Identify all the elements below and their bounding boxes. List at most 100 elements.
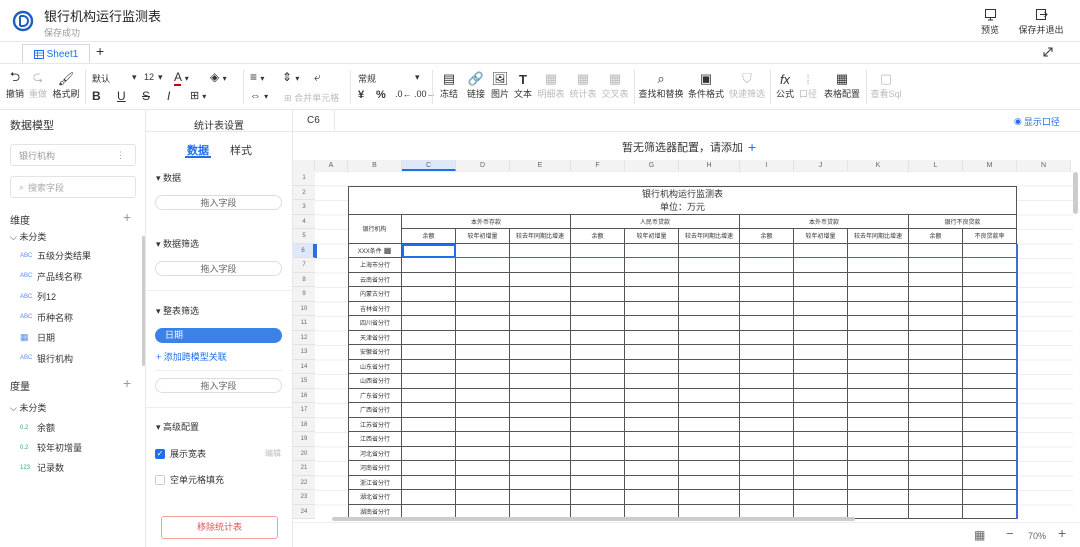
freeze-button[interactable]: ▤ 冻结: [437, 71, 461, 100]
data-cell[interactable]: [456, 287, 510, 302]
data-cell[interactable]: [740, 446, 794, 461]
expand-icon[interactable]: [1042, 46, 1054, 58]
data-cell[interactable]: [456, 258, 510, 273]
data-cell[interactable]: [625, 475, 679, 490]
row-header[interactable]: 22: [293, 475, 315, 490]
data-cell[interactable]: [740, 461, 794, 476]
data-cell[interactable]: [625, 461, 679, 476]
data-cell[interactable]: [510, 258, 571, 273]
data-cell[interactable]: [794, 287, 848, 302]
org-name-cell[interactable]: 江西省分行: [348, 432, 402, 447]
data-cell[interactable]: [456, 316, 510, 331]
data-cell[interactable]: [848, 504, 909, 519]
zoom-in-button[interactable]: +: [1058, 525, 1066, 541]
data-cell[interactable]: [456, 490, 510, 505]
link-button[interactable]: 🔗 链接: [465, 71, 487, 100]
measure-field[interactable]: 0.2 较年初增量: [20, 441, 82, 454]
data-cell[interactable]: [679, 301, 740, 316]
data-cell[interactable]: [625, 417, 679, 432]
org-name-cell[interactable]: 广东省分行: [348, 388, 402, 403]
data-cell[interactable]: [794, 461, 848, 476]
data-cell[interactable]: [571, 403, 625, 418]
row-header[interactable]: 2: [293, 185, 315, 200]
data-cell[interactable]: [909, 417, 963, 432]
data-cell[interactable]: [794, 403, 848, 418]
edit-link[interactable]: 编辑: [265, 448, 281, 459]
measure-field[interactable]: 123 记录数: [20, 461, 64, 474]
data-cell[interactable]: [679, 403, 740, 418]
data-cell[interactable]: [571, 258, 625, 273]
org-name-cell[interactable]: 上海市分行: [348, 258, 402, 273]
data-cell[interactable]: [740, 287, 794, 302]
data-cell[interactable]: [909, 258, 963, 273]
data-cell[interactable]: [510, 316, 571, 331]
valign-button[interactable]: ⇕ ▾: [282, 70, 299, 84]
data-cell[interactable]: [679, 287, 740, 302]
data-cell[interactable]: [402, 461, 456, 476]
data-cell[interactable]: [848, 359, 909, 374]
data-cell[interactable]: [456, 388, 510, 403]
dimension-field[interactable]: ABC 产品线名称: [20, 270, 82, 283]
data-cell[interactable]: [679, 258, 740, 273]
row-header[interactable]: 19: [293, 432, 315, 447]
data-cell[interactable]: [963, 258, 1017, 273]
data-cell[interactable]: [848, 287, 909, 302]
dim-group[interactable]: ⌵ 未分类: [10, 230, 46, 243]
data-cell[interactable]: [794, 374, 848, 389]
data-cell[interactable]: [456, 374, 510, 389]
text-rotate-button[interactable]: ⇔ ▾: [250, 90, 268, 102]
data-cell[interactable]: [740, 490, 794, 505]
data-cell[interactable]: [510, 359, 571, 374]
data-cell[interactable]: [571, 417, 625, 432]
column-header[interactable]: G: [625, 160, 679, 171]
data-cell[interactable]: [740, 403, 794, 418]
data-cell[interactable]: [909, 287, 963, 302]
row-header[interactable]: 12: [293, 330, 315, 345]
data-cell[interactable]: [963, 272, 1017, 287]
template-condition-cell[interactable]: XXX条件 ▦: [348, 243, 402, 258]
row-header[interactable]: 16: [293, 388, 315, 403]
image-button[interactable]: 🖼 图片: [489, 71, 511, 100]
cell-reference[interactable]: C6: [307, 115, 320, 126]
data-cell[interactable]: [909, 301, 963, 316]
add-filter-icon[interactable]: +: [748, 139, 756, 155]
data-cell[interactable]: [402, 403, 456, 418]
data-cell[interactable]: [909, 374, 963, 389]
data-cell[interactable]: [909, 403, 963, 418]
data-cell[interactable]: [402, 388, 456, 403]
column-header[interactable]: E: [510, 160, 571, 171]
data-cell[interactable]: [679, 461, 740, 476]
data-cell[interactable]: [794, 490, 848, 505]
data-cell[interactable]: [456, 243, 510, 258]
column-header[interactable]: C: [402, 160, 456, 171]
row-header[interactable]: 6: [293, 243, 315, 258]
data-cell[interactable]: [625, 287, 679, 302]
bold-button[interactable]: B: [92, 89, 101, 103]
data-cell[interactable]: [571, 388, 625, 403]
filter-drop-zone[interactable]: 拖入字段: [155, 261, 282, 276]
data-cell[interactable]: [456, 301, 510, 316]
data-cell[interactable]: [402, 374, 456, 389]
dimension-field[interactable]: ABC 币种名称: [20, 311, 73, 324]
row-header[interactable]: 10: [293, 301, 315, 316]
italic-button[interactable]: I: [167, 89, 170, 103]
data-cell[interactable]: [571, 475, 625, 490]
data-cell[interactable]: [848, 301, 909, 316]
add-dimension-icon[interactable]: +: [123, 209, 131, 225]
data-cell[interactable]: [909, 243, 963, 258]
data-cell[interactable]: [679, 345, 740, 360]
row-header[interactable]: 9: [293, 287, 315, 302]
data-cell[interactable]: [909, 490, 963, 505]
data-cell[interactable]: [625, 403, 679, 418]
data-cell[interactable]: [794, 446, 848, 461]
data-cell[interactable]: [794, 432, 848, 447]
data-cell[interactable]: [848, 345, 909, 360]
data-cell[interactable]: [510, 345, 571, 360]
border-button[interactable]: ⊞ ▾: [190, 89, 206, 102]
data-cell[interactable]: [848, 461, 909, 476]
font-select[interactable]: 默认 ▾: [92, 72, 137, 85]
data-cell[interactable]: [848, 475, 909, 490]
data-cell[interactable]: [679, 475, 740, 490]
data-cell[interactable]: [679, 316, 740, 331]
save-exit-button[interactable]: 保存并退出: [1014, 8, 1068, 36]
